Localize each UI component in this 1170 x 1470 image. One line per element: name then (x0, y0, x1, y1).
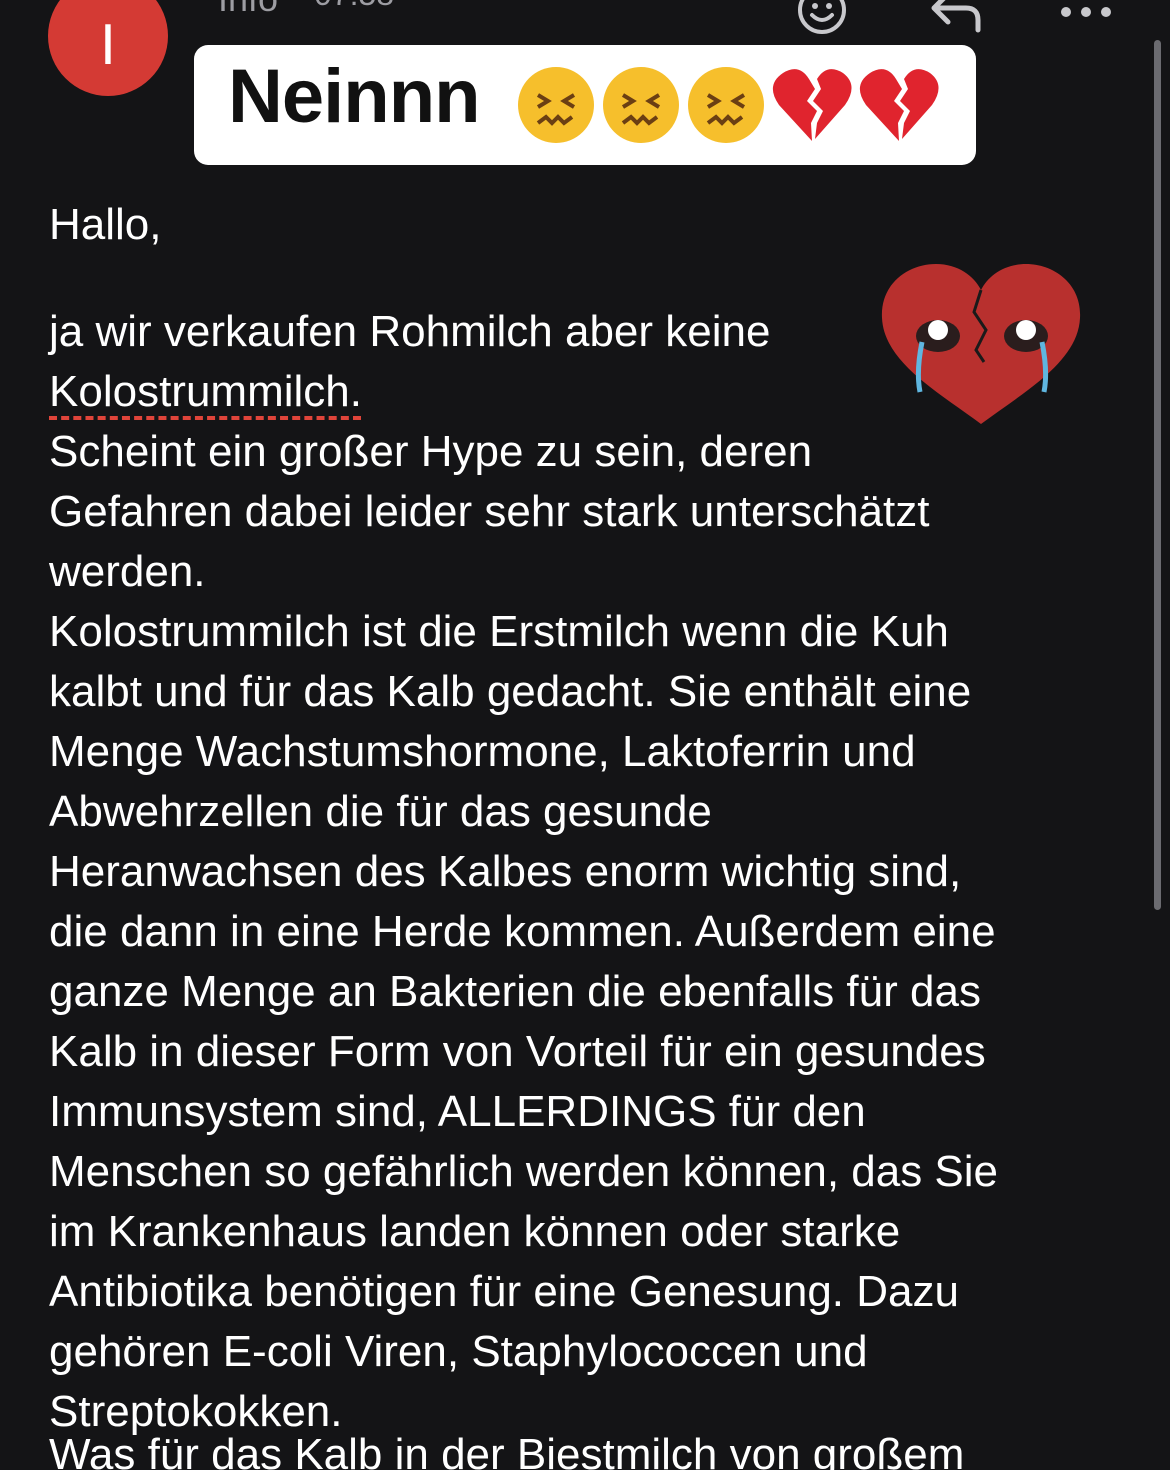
body-line: Scheint ein großer Hype zu sein, deren (49, 427, 813, 476)
confounded-face-icon (603, 67, 679, 143)
body-line: werden. (49, 547, 206, 596)
message-body: ja wir verkaufen Rohmilch aber keine Kol… (49, 302, 1139, 1442)
sender-name: Info (218, 0, 278, 20)
emoji-react-icon[interactable] (796, 0, 848, 36)
sticker-emojis (516, 65, 945, 145)
crying-broken-heart-sticker-icon (881, 264, 1081, 424)
body-line: kalbt und für das Kalb gedacht. Sie enth… (49, 667, 972, 716)
body-line: Menge Wachstumshormone, Laktoferrin und (49, 727, 916, 776)
broken-heart-icon (772, 69, 852, 141)
message-time: 07:58 (314, 0, 394, 13)
body-line: Heranwachsen des Kalbes enorm wichtig si… (49, 847, 962, 896)
body-line: gehören E-coli Viren, Staphylococcen und (49, 1327, 868, 1376)
neinnn-sticker: Neinnn (194, 45, 976, 165)
sender-avatar[interactable]: I (48, 0, 168, 96)
body-line: Immunsystem sind, ALLERDINGS für den (49, 1087, 866, 1136)
body-line: Kolostrummilch ist die Erstmilch wenn di… (49, 607, 949, 656)
more-icon[interactable] (1058, 0, 1114, 36)
body-line: die dann in eine Herde kommen. Außerdem … (49, 907, 996, 956)
body-line-clipped: Was für das Kalb in der Biestmilch von g… (49, 1430, 965, 1470)
avatar-letter: I (100, 13, 116, 77)
body-line: im Krankenhaus landen können oder starke (49, 1207, 901, 1256)
confounded-face-icon (518, 67, 594, 143)
confounded-face-icon (688, 67, 764, 143)
mail-message-view: I Info 07:58 Neinnn (0, 0, 1170, 1470)
broken-heart-icon (859, 69, 939, 141)
reply-icon[interactable] (926, 0, 986, 36)
sticker-text: Neinnn (228, 54, 481, 139)
body-line: Menschen so gefährlich werden können, da… (49, 1147, 999, 1196)
body-line: Gefahren dabei leider sehr stark untersc… (49, 487, 930, 536)
greeting: Hallo, (49, 200, 162, 249)
body-line: Abwehrzellen die für das gesunde (49, 787, 712, 836)
body-line: Antibiotika benötigen für eine Genesung.… (49, 1267, 959, 1316)
body-line: ganze Menge an Bakterien die ebenfalls f… (49, 967, 981, 1016)
body-line: Kalb in dieser Form von Vorteil für ein … (49, 1027, 986, 1076)
scrollbar[interactable] (1154, 40, 1161, 910)
spellcheck-word[interactable]: Kolostrummilch. (49, 367, 362, 416)
